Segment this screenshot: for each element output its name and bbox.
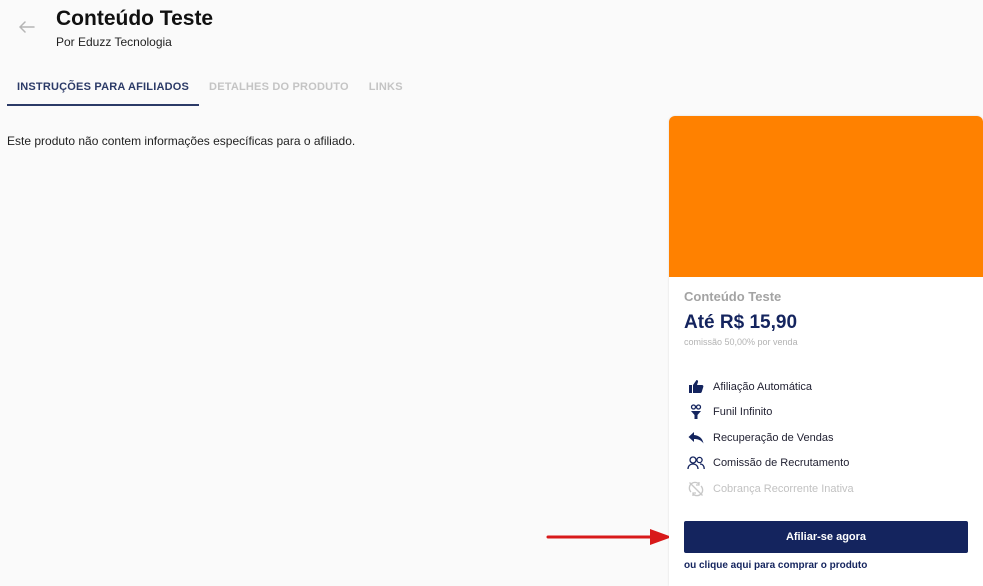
feature-afiliacao: Afiliação Automática [687, 374, 854, 400]
affiliate-info-message: Este produto não contem informações espe… [7, 134, 356, 148]
arrow-left-icon [19, 21, 35, 33]
people-icon [687, 455, 705, 471]
tab-instrucoes[interactable]: INSTRUÇÕES PARA AFILIADOS [7, 72, 200, 106]
feature-label: Comissão de Recrutamento [713, 457, 850, 470]
feature-label: Funil Infinito [713, 406, 773, 419]
affiliate-now-button[interactable]: Afiliar-se agora [684, 521, 968, 553]
product-title: Conteúdo Teste [684, 289, 782, 304]
feature-funil: Funil Infinito [687, 400, 854, 426]
feature-comissao-recrutamento: Comissão de Recrutamento [687, 451, 854, 477]
feature-label: Recuperação de Vendas [713, 431, 834, 444]
tab-detalhes[interactable]: DETALHES DO PRODUTO [199, 72, 359, 106]
tab-bar: INSTRUÇÕES PARA AFILIADOS DETALHES DO PR… [7, 72, 413, 106]
feature-list: Afiliação Automática Funil Infinito Recu… [687, 374, 854, 502]
page-title: Conteúdo Teste [56, 7, 214, 30]
product-price: Até R$ 15,90 [684, 312, 798, 333]
feature-recuperacao: Recuperação de Vendas [687, 425, 854, 451]
feature-cobranca-recorrente: Cobrança Recorrente Inativa [687, 476, 854, 502]
product-image [669, 116, 983, 277]
product-card: Conteúdo Teste Até R$ 15,90 comissão 50,… [669, 116, 983, 586]
thumbs-up-icon [687, 379, 705, 395]
feature-label: Cobrança Recorrente Inativa [713, 482, 854, 495]
page-subtitle: Por Eduzz Tecnologia [56, 35, 172, 49]
annotation-arrow-icon [546, 529, 672, 545]
funnel-icon [687, 404, 705, 420]
feature-label: Afiliação Automática [713, 380, 813, 393]
page-header: Conteúdo Teste Por Eduzz Tecnologia [0, 0, 983, 62]
tab-links[interactable]: LINKS [359, 72, 413, 106]
sync-disabled-icon [687, 481, 705, 497]
back-button[interactable] [15, 15, 39, 39]
commission-text: comissão 50,00% por venda [684, 337, 798, 347]
reply-arrow-icon [687, 430, 705, 446]
buy-product-link[interactable]: ou clique aqui para comprar o produto [684, 560, 867, 571]
